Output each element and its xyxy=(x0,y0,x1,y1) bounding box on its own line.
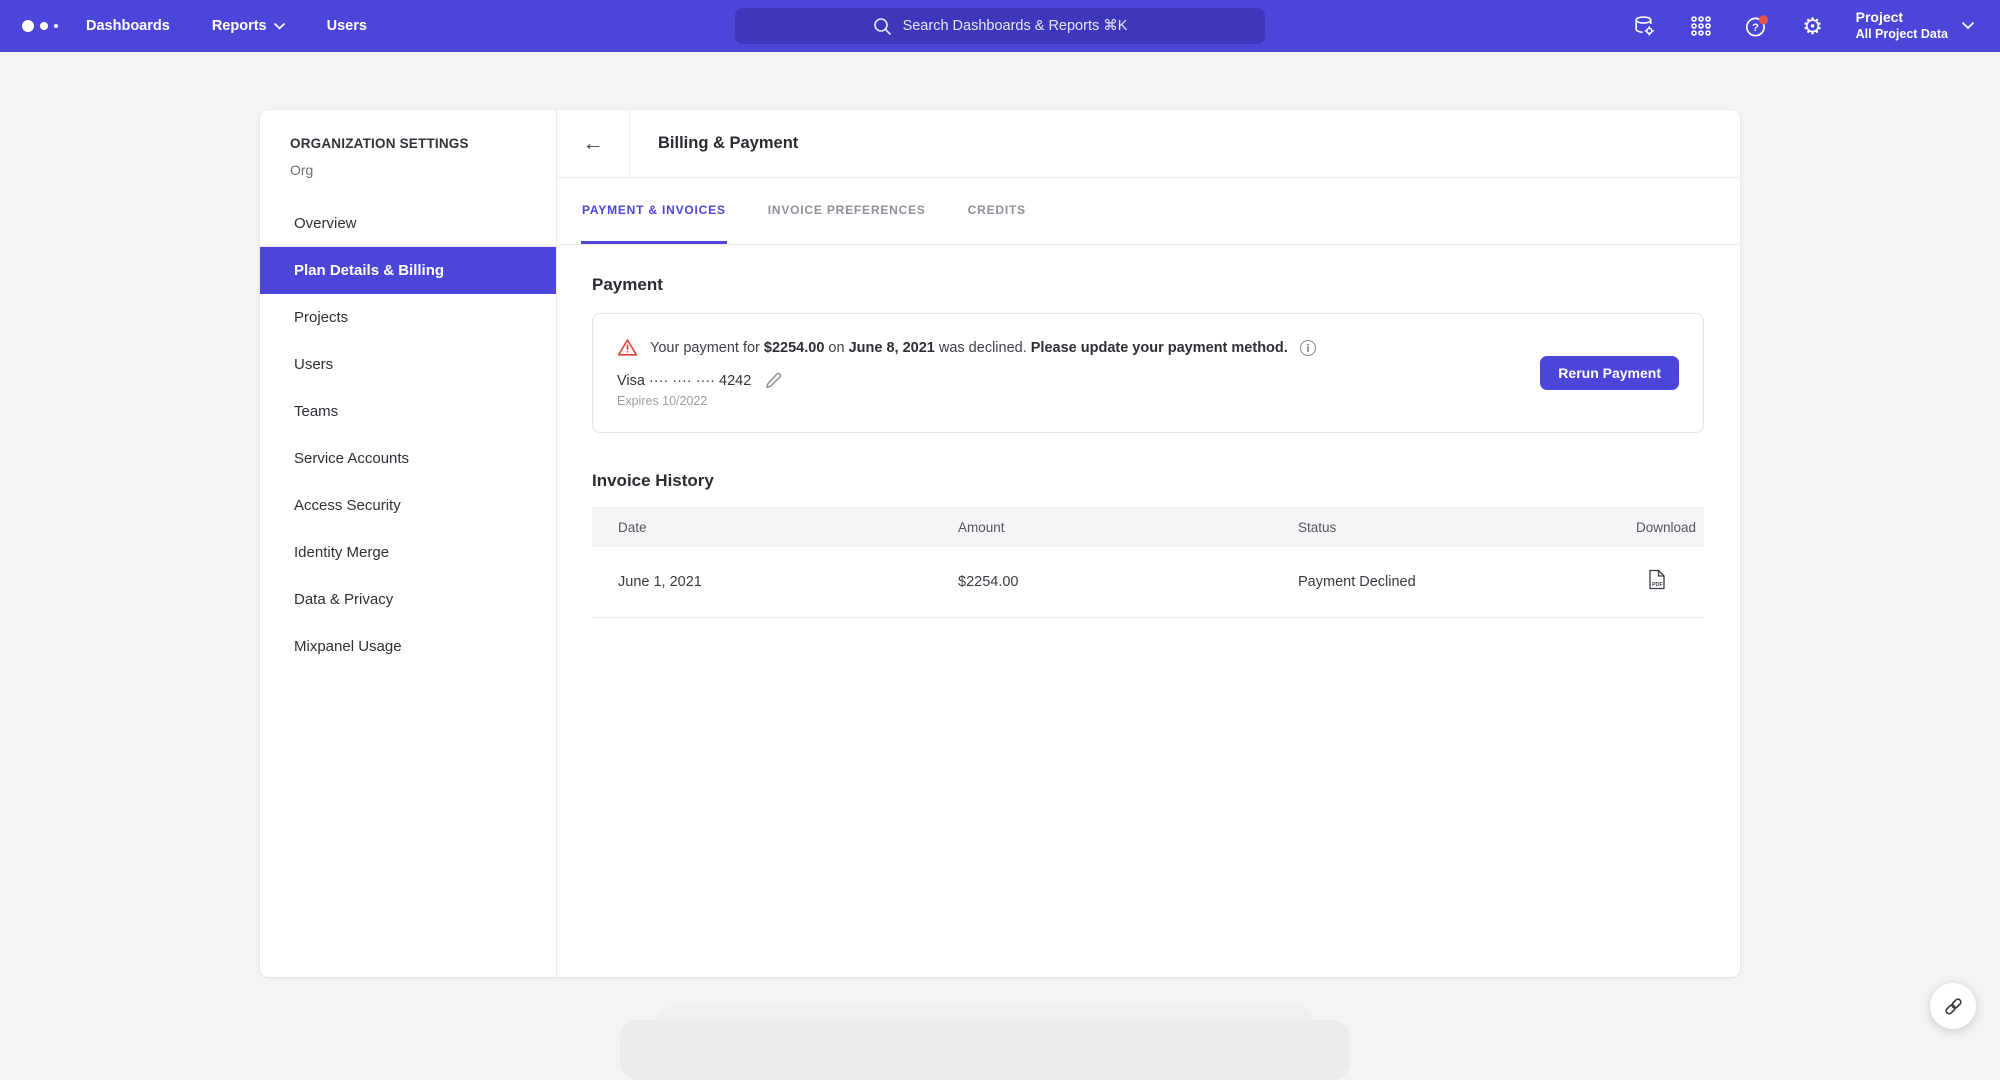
invoice-download-cell: PDF xyxy=(1585,547,1704,617)
grid-icon xyxy=(1689,14,1713,38)
sidebar-item-overview[interactable]: Overview xyxy=(260,200,556,247)
download-pdf-button[interactable]: PDF xyxy=(1648,569,1666,593)
sidebar-item-mixpanel-usage[interactable]: Mixpanel Usage xyxy=(260,623,556,670)
nav-reports[interactable]: Reports xyxy=(212,18,285,34)
alert-text-1: Your payment for xyxy=(650,340,764,356)
apps-grid-button[interactable] xyxy=(1688,13,1714,39)
database-gear-icon xyxy=(1632,14,1657,39)
declined-alert: Your payment for $2254.00 on June 8, 202… xyxy=(617,338,1679,357)
pencil-icon xyxy=(764,371,783,390)
tab-invoice-preferences[interactable]: INVOICE PREFERENCES xyxy=(767,178,927,244)
edit-card-button[interactable] xyxy=(764,371,783,390)
nav-dashboards[interactable]: Dashboards xyxy=(86,18,170,34)
nav-reports-label: Reports xyxy=(212,18,267,34)
nav-dashboards-label: Dashboards xyxy=(86,18,170,34)
card-number: Visa ···· ···· ···· 4242 xyxy=(617,373,751,389)
tab-credits[interactable]: CREDITS xyxy=(967,178,1027,244)
project-label: Project xyxy=(1856,9,1948,27)
sidebar-item-identity-merge[interactable]: Identity Merge xyxy=(260,529,556,576)
content-header: ← Billing & Payment xyxy=(557,110,1740,178)
sidebar-nav: Overview Plan Details & Billing Projects… xyxy=(260,200,556,670)
logo-dot xyxy=(40,22,48,30)
invoice-status: Payment Declined xyxy=(1272,547,1585,617)
alert-text-2: on xyxy=(824,340,848,356)
help-icon: ? xyxy=(1744,14,1769,39)
sidebar-item-service-accounts[interactable]: Service Accounts xyxy=(260,435,556,482)
col-status: Status xyxy=(1272,507,1585,547)
sidebar-item-projects[interactable]: Projects xyxy=(260,294,556,341)
page-title: Billing & Payment xyxy=(630,134,798,153)
logo-dot xyxy=(22,20,34,32)
pdf-file-icon: PDF xyxy=(1648,569,1666,590)
org-settings-sidebar: ORGANIZATION SETTINGS Org Overview Plan … xyxy=(260,110,557,977)
invoice-table: Date Amount Status Download June 1, 2021… xyxy=(592,507,1704,618)
nav-users-label: Users xyxy=(327,18,367,34)
col-amount: Amount xyxy=(932,507,1272,547)
project-switcher[interactable]: Project All Project Data xyxy=(1856,9,1974,42)
info-icon[interactable] xyxy=(1299,339,1317,357)
sidebar-item-teams[interactable]: Teams xyxy=(260,388,556,435)
gear-icon: ⚙ xyxy=(1802,15,1823,38)
declined-alert-text: Your payment for $2254.00 on June 8, 202… xyxy=(650,340,1288,356)
billing-tabs: PAYMENT & INVOICES INVOICE PREFERENCES C… xyxy=(557,178,1740,245)
nav-users[interactable]: Users xyxy=(327,18,367,34)
toast-peek xyxy=(620,1020,1350,1080)
col-date: Date xyxy=(592,507,932,547)
navbar-right: ? ⚙ Project All Project Data xyxy=(1632,9,1974,42)
alert-text-4: Please update your payment method. xyxy=(1031,340,1288,356)
svg-text:PDF: PDF xyxy=(1652,582,1663,588)
data-management-button[interactable] xyxy=(1632,13,1658,39)
logo-dot xyxy=(54,24,58,28)
invoice-amount: $2254.00 xyxy=(932,547,1272,617)
org-name: Org xyxy=(290,162,556,178)
project-name: All Project Data xyxy=(1856,27,1948,43)
top-navbar: Dashboards Reports Users Search Dashboar… xyxy=(0,0,2000,52)
alert-date: June 8, 2021 xyxy=(849,340,935,356)
content-body: Payment Your payment for $2254.00 on Jun… xyxy=(557,245,1740,977)
sidebar-item-data-privacy[interactable]: Data & Privacy xyxy=(260,576,556,623)
copy-link-fab[interactable] xyxy=(1930,983,1976,1029)
invoice-date: June 1, 2021 xyxy=(592,547,932,617)
sidebar-item-plan-details-billing[interactable]: Plan Details & Billing xyxy=(260,247,556,294)
col-download: Download xyxy=(1585,507,1704,547)
primary-nav: Dashboards Reports Users xyxy=(86,18,409,34)
back-arrow-icon: ← xyxy=(583,132,604,156)
settings-panel: ORGANIZATION SETTINGS Org Overview Plan … xyxy=(260,110,1740,977)
sidebar-item-users[interactable]: Users xyxy=(260,341,556,388)
billing-content: ← Billing & Payment PAYMENT & INVOICES I… xyxy=(557,110,1740,977)
back-button[interactable]: ← xyxy=(557,110,630,177)
help-button[interactable]: ? xyxy=(1744,13,1770,39)
search-input[interactable]: Search Dashboards & Reports ⌘K xyxy=(735,8,1265,44)
invoice-table-header: Date Amount Status Download xyxy=(592,507,1704,547)
chevron-down-icon xyxy=(1962,22,1974,30)
alert-amount: $2254.00 xyxy=(764,340,824,356)
card-on-file: Visa ···· ···· ···· 4242 xyxy=(617,371,1679,390)
search-icon xyxy=(873,17,892,36)
rerun-payment-button[interactable]: Rerun Payment xyxy=(1540,356,1679,390)
tab-payment-invoices[interactable]: PAYMENT & INVOICES xyxy=(581,178,727,244)
sidebar-item-access-security[interactable]: Access Security xyxy=(260,482,556,529)
payment-alert-card: Your payment for $2254.00 on June 8, 202… xyxy=(592,313,1704,433)
settings-button[interactable]: ⚙ xyxy=(1800,13,1826,39)
link-icon xyxy=(1942,995,1965,1018)
search-placeholder: Search Dashboards & Reports ⌘K xyxy=(903,18,1128,34)
chevron-down-icon xyxy=(274,23,285,30)
warning-icon xyxy=(617,338,638,357)
mixpanel-logo[interactable] xyxy=(22,20,58,32)
alert-text-3: was declined. xyxy=(935,340,1031,356)
project-switcher-text: Project All Project Data xyxy=(1856,9,1948,42)
invoice-row: June 1, 2021 $2254.00 Payment Declined P… xyxy=(592,547,1704,617)
invoice-history-title: Invoice History xyxy=(592,471,1704,491)
card-expiry: Expires 10/2022 xyxy=(617,394,1679,408)
sidebar-title: ORGANIZATION SETTINGS xyxy=(290,136,556,151)
svg-text:?: ? xyxy=(1752,22,1759,34)
payment-section-title: Payment xyxy=(592,275,1704,295)
